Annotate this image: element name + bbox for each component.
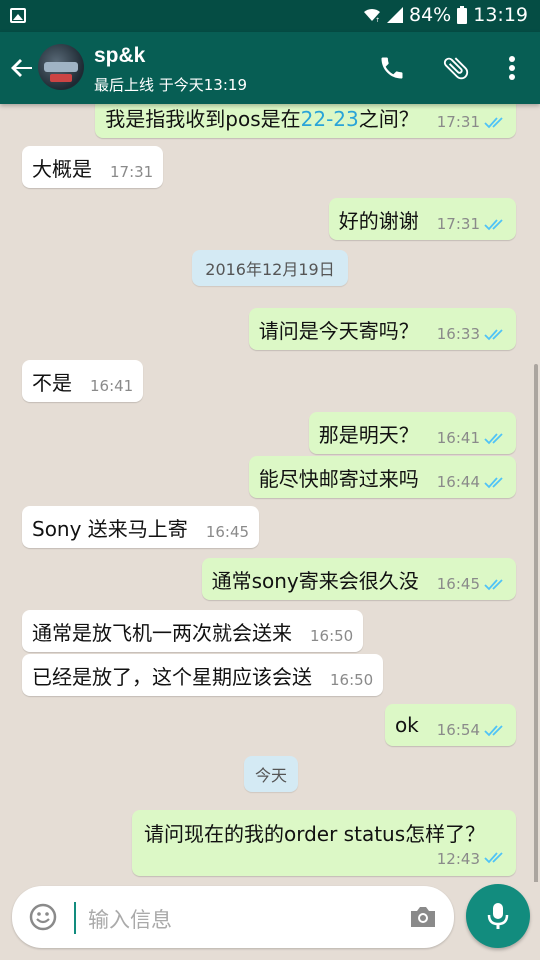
message-time: 12:43	[436, 850, 480, 868]
double-tick-icon	[484, 572, 506, 596]
message-text: 请问现在的我的order status怎样了？	[144, 822, 486, 846]
message-input[interactable]: 输入信息	[88, 904, 172, 934]
message-text: Sony 送来马上寄	[32, 516, 188, 541]
battery-icon	[457, 6, 468, 24]
image-icon	[10, 8, 26, 23]
back-button[interactable]	[6, 52, 38, 84]
chat-header: sp&k 最后上线 于今天13:19	[0, 32, 540, 104]
message-text: 不是	[32, 370, 72, 395]
message-text: 能尽快邮寄过来吗	[258, 466, 419, 491]
last-seen: 最后上线 于今天13:19	[94, 76, 247, 94]
attach-icon	[443, 57, 469, 80]
message-text: 那是明天？	[318, 422, 419, 447]
text-cursor	[74, 902, 76, 934]
message-time: 17:31	[436, 215, 480, 233]
chat-area[interactable]: 我是指我收到pos是在22-23之间？ 17:31 大概是 17:31 好的谢谢…	[0, 104, 540, 882]
mic-icon	[487, 903, 509, 929]
message-outgoing[interactable]: 请问是今天寄吗？ 16:33	[248, 308, 516, 350]
message-outgoing[interactable]: 那是明天？ 16:41	[308, 412, 516, 454]
double-tick-icon	[484, 850, 506, 868]
message-text: 通常sony寄来会很久没	[211, 568, 419, 593]
message-outgoing[interactable]: 好的谢谢 17:31	[328, 198, 516, 240]
message-outgoing[interactable]: ok 16:54	[384, 704, 516, 746]
camera-icon	[411, 907, 435, 927]
avatar[interactable]	[38, 44, 84, 90]
double-tick-icon	[484, 212, 506, 236]
message-time: 17:31	[436, 113, 480, 131]
signal-icon	[387, 7, 403, 23]
message-time: 16:33	[436, 325, 480, 343]
attach-button[interactable]	[438, 50, 474, 86]
message-incoming[interactable]: 不是 16:41	[22, 360, 144, 402]
emoji-icon	[29, 903, 57, 931]
double-tick-icon	[484, 426, 506, 450]
voice-record-button[interactable]	[466, 884, 530, 948]
message-incoming[interactable]: 已经是放了，这个星期应该会送 16:50	[22, 654, 384, 696]
message-time: 16:41	[436, 429, 480, 447]
back-arrow-icon	[11, 59, 32, 77]
message-time: 16:45	[205, 523, 250, 541]
double-tick-icon	[484, 110, 506, 134]
message-time: 16:50	[330, 671, 374, 689]
double-tick-icon	[484, 322, 506, 346]
message-incoming[interactable]: Sony 送来马上寄 16:45	[22, 506, 260, 548]
message-time: 17:31	[110, 163, 154, 181]
message-incoming[interactable]: 大概是 17:31	[22, 146, 164, 188]
message-outgoing[interactable]: 通常sony寄来会很久没 16:45	[201, 558, 516, 600]
message-composer[interactable]: 输入信息	[12, 886, 454, 948]
more-vert-icon	[509, 56, 515, 80]
message-text: 已经是放了，这个星期应该会送	[32, 664, 312, 689]
camera-button[interactable]	[408, 902, 438, 932]
message-time: 16:45	[436, 575, 480, 593]
clock: 13:19	[473, 4, 528, 26]
message-outgoing[interactable]: 能尽快邮寄过来吗 16:44	[248, 456, 516, 498]
status-bar: ↑↓ 84% 13:19	[0, 0, 540, 32]
message-outgoing[interactable]: 我是指我收到pos是在22-23之间？ 17:31	[95, 104, 516, 138]
message-text: 大概是	[32, 156, 92, 181]
double-tick-icon	[484, 718, 506, 742]
svg-text:↑↓: ↑↓	[375, 17, 381, 23]
scrollbar[interactable]	[534, 364, 538, 882]
date-divider: 今天	[244, 756, 298, 792]
emoji-button[interactable]	[28, 902, 58, 932]
message-incoming[interactable]: 通常是放飞机一两次就会送来 16:50	[22, 610, 364, 652]
message-time: 16:50	[310, 627, 354, 645]
message-text: 请问是今天寄吗？	[258, 318, 419, 343]
message-outgoing[interactable]: 请问现在的我的order status怎样了？ 12:43	[132, 810, 516, 876]
message-text: 好的谢谢	[338, 208, 419, 233]
contact-name[interactable]: sp&k	[94, 44, 145, 68]
message-text: 通常是放飞机一两次就会送来	[32, 620, 292, 645]
message-time: 16:54	[436, 721, 480, 739]
battery-percent: 84%	[409, 4, 452, 26]
wifi-icon: ↑↓	[364, 8, 381, 23]
double-tick-icon	[484, 470, 506, 494]
date-divider: 2016年12月19日	[192, 250, 348, 286]
more-options-button[interactable]	[494, 50, 530, 86]
message-time: 16:44	[436, 473, 480, 491]
call-button[interactable]	[374, 50, 410, 86]
phone-icon	[381, 57, 403, 79]
message-time: 16:41	[90, 377, 134, 395]
message-text: ok	[394, 713, 419, 737]
message-text: 我是指我收到pos是在22-23之间？	[105, 106, 419, 131]
